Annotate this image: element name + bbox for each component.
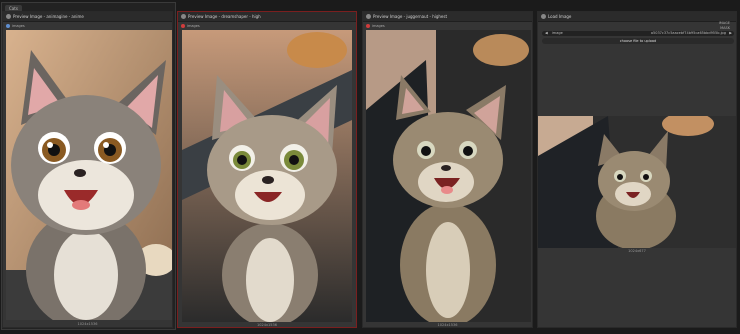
output-label-mask: MASK: [720, 26, 730, 30]
node-title: Preview Image - animagine - anime: [13, 14, 84, 19]
filename-value: a5037c37c5aacebf74b95ca65bbd955b.jpg: [650, 31, 726, 35]
preview-image-dreamshaper: [182, 30, 352, 322]
preview-node-anime[interactable]: Preview Image - animagine - anime images: [2, 11, 173, 328]
image-size-caption: 1024x1536: [257, 323, 277, 327]
upload-button[interactable]: choose file to upload: [542, 38, 734, 44]
preview-node-juggernaut[interactable]: Preview Image - juggernaut - highest ima…: [362, 11, 533, 328]
collapse-dot-icon[interactable]: [6, 14, 11, 19]
preview-image-anime: [6, 30, 172, 320]
output-dot-icon[interactable]: [6, 24, 10, 28]
node-title: Preview Image - dreamshaper - high: [188, 14, 261, 19]
node-title: Load Image: [548, 14, 572, 19]
image-size-caption: 1024x1536: [437, 323, 458, 327]
left-arrow-icon[interactable]: ◀: [542, 31, 548, 35]
output-dot-icon[interactable]: [181, 24, 185, 28]
output-label: images: [12, 24, 25, 28]
output-label-image: IMAGE: [718, 21, 730, 25]
output-label: images: [187, 24, 200, 28]
collapse-dot-icon[interactable]: [181, 14, 186, 19]
collapse-dot-icon[interactable]: [541, 14, 546, 19]
node-header[interactable]: Preview Image - animagine - anime: [3, 12, 172, 22]
loaded-image: [538, 116, 736, 248]
node-header[interactable]: Preview Image - dreamshaper - high: [178, 12, 356, 22]
preview-node-dreamshaper[interactable]: Preview Image - dreamshaper - high image…: [177, 11, 357, 328]
output-label: images: [372, 24, 385, 28]
field-label: image: [551, 31, 563, 35]
image-filename-select[interactable]: ◀ image a5037c37c5aacebf74b95ca65bbd955b…: [542, 31, 734, 36]
output-dot-icon[interactable]: [366, 24, 370, 28]
node-header[interactable]: Load Image: [538, 12, 736, 22]
image-size-caption: 1024x1536: [77, 322, 98, 326]
preview-image-juggernaut: [366, 30, 531, 322]
node-title: Preview Image - juggernaut - highest: [373, 14, 448, 19]
right-arrow-icon[interactable]: ▶: [729, 31, 732, 36]
load-image-node[interactable]: Load Image IMAGE MASK ◀ image a5037c37c5…: [537, 11, 737, 328]
collapse-dot-icon[interactable]: [366, 14, 371, 19]
image-size-caption: 1024x677: [628, 249, 646, 253]
node-header[interactable]: Preview Image - juggernaut - highest: [363, 12, 532, 22]
